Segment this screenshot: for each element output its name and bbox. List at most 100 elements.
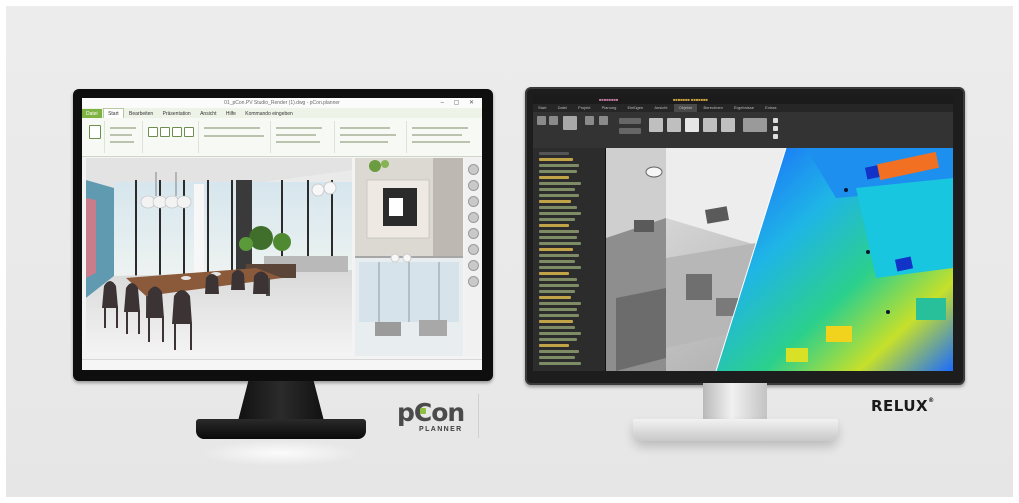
wall-icon[interactable] xyxy=(599,116,608,125)
relux-tab-datei[interactable]: Datei xyxy=(553,104,572,112)
tree-item[interactable] xyxy=(539,206,577,209)
tree-item[interactable] xyxy=(539,218,575,221)
view-top-icon[interactable] xyxy=(148,127,158,137)
tree-item[interactable] xyxy=(539,224,569,227)
select-icon[interactable] xyxy=(537,116,546,125)
tree-item[interactable] xyxy=(539,320,573,323)
pcon-3d-viewport[interactable] xyxy=(86,158,352,356)
view-3d-icon[interactable] xyxy=(184,127,194,137)
tree-item[interactable] xyxy=(539,272,569,275)
pcon-logo-wordmark: pCon xyxy=(397,398,465,427)
tree-item[interactable] xyxy=(539,278,577,281)
tree-item[interactable] xyxy=(539,176,569,179)
relux-tab-start[interactable]: Start xyxy=(533,104,551,112)
tree-item[interactable] xyxy=(539,170,577,173)
relux-tab-berechnen[interactable]: Berechnen xyxy=(699,104,728,112)
tree-item[interactable] xyxy=(539,248,573,251)
relux-tab-planung[interactable]: Planung xyxy=(597,104,622,112)
ribbon-group-materials xyxy=(336,121,407,153)
view-front-icon[interactable] xyxy=(160,127,170,137)
move-icon[interactable] xyxy=(549,116,558,125)
room-icon[interactable] xyxy=(585,116,594,125)
tree-item[interactable] xyxy=(539,200,571,203)
window-controls[interactable]: – ▢ ✕ xyxy=(441,98,478,108)
left-monitor-reflection xyxy=(200,440,360,466)
render-icon[interactable] xyxy=(468,260,479,271)
checkbox[interactable] xyxy=(773,118,778,123)
pcon-logo-subtitle: PLANNER xyxy=(419,426,463,433)
window-icon[interactable] xyxy=(721,118,735,132)
relux-3d-viewport[interactable] xyxy=(606,148,953,371)
paste-icon[interactable] xyxy=(89,125,101,139)
ribbon-line xyxy=(412,141,470,143)
relux-tab-objekte[interactable]: Objekte xyxy=(673,104,698,112)
surface-icon[interactable] xyxy=(703,118,717,132)
checkbox[interactable] xyxy=(773,134,778,139)
relux-titlebar: ■■■■■■■■ ■■■■■■■ ■■■■■■■ xyxy=(533,95,953,104)
luminaire-icon[interactable] xyxy=(563,116,577,130)
zoom-icon[interactable] xyxy=(468,196,479,207)
ribbon-line xyxy=(340,134,396,136)
tree-item[interactable] xyxy=(539,338,577,341)
relux-tab-ansicht[interactable]: Ansicht xyxy=(649,104,672,112)
walk-icon[interactable] xyxy=(468,212,479,223)
ribbon-group-extras xyxy=(408,121,480,153)
orbit-icon[interactable] xyxy=(468,164,479,175)
settings-icon[interactable] xyxy=(468,276,479,287)
view-side-icon[interactable] xyxy=(172,127,182,137)
dropdown-field[interactable] xyxy=(619,118,641,124)
relux-tab-extras[interactable]: Extras xyxy=(760,104,781,112)
pcon-planner-logo: pCon PLANNER xyxy=(393,394,479,438)
relux-tab-projekt[interactable]: Projekt xyxy=(573,104,595,112)
tree-item[interactable] xyxy=(539,356,575,359)
tree-item[interactable] xyxy=(539,344,569,347)
ribbon-line xyxy=(340,127,390,129)
view-cube-icon[interactable] xyxy=(743,118,767,132)
preview-thumbnails xyxy=(355,158,463,356)
highlighted-tool-icon[interactable] xyxy=(685,118,699,132)
ribbon-line xyxy=(110,134,132,136)
tree-header xyxy=(539,152,569,155)
pcon-status-bar xyxy=(82,359,482,370)
tree-item[interactable] xyxy=(539,236,577,239)
tree-item[interactable] xyxy=(539,182,581,185)
tree-item[interactable] xyxy=(539,188,575,191)
tree-item[interactable] xyxy=(539,332,581,335)
dropdown-field-2[interactable] xyxy=(619,128,641,134)
relux-logo: RELUX® xyxy=(871,397,935,415)
tree-item[interactable] xyxy=(539,242,581,245)
fit-view-icon[interactable] xyxy=(468,228,479,239)
furniture-icon[interactable] xyxy=(667,118,681,132)
tree-item[interactable] xyxy=(539,164,579,167)
ribbon-line xyxy=(276,127,322,129)
registered-mark: ® xyxy=(928,397,935,404)
ribbon-group-paste xyxy=(84,121,105,153)
relux-logo-wordmark: RELUX xyxy=(871,397,929,415)
tree-item[interactable] xyxy=(539,212,581,215)
tree-item[interactable] xyxy=(539,350,579,353)
tree-item[interactable] xyxy=(539,314,579,317)
camera-icon[interactable] xyxy=(468,244,479,255)
tree-item[interactable] xyxy=(539,266,581,269)
pan-icon[interactable] xyxy=(468,180,479,191)
pcon-window-titlebar: 01_pCon.PV Studio_Render (1).dwg - pCon.… xyxy=(82,98,482,108)
tree-item[interactable] xyxy=(539,302,581,305)
false-color-render xyxy=(606,148,953,371)
tree-item[interactable] xyxy=(539,326,575,329)
relux-tab-einfuegen[interactable]: Einfügen xyxy=(622,104,648,112)
tree-item[interactable] xyxy=(539,362,581,365)
tree-item[interactable] xyxy=(539,260,575,263)
relux-file-label: ■■■■■■■■ xyxy=(599,97,619,102)
tree-item[interactable] xyxy=(539,284,579,287)
pcon-preview-panel xyxy=(355,158,463,356)
checkbox[interactable] xyxy=(773,126,778,131)
tree-item[interactable] xyxy=(539,194,579,197)
tree-item[interactable] xyxy=(539,254,579,257)
tree-item[interactable] xyxy=(539,290,575,293)
tree-item[interactable] xyxy=(539,296,571,299)
object-icon[interactable] xyxy=(649,118,663,132)
relux-tab-ergebnisse[interactable]: Ergebnisse xyxy=(729,104,759,112)
tree-item[interactable] xyxy=(539,158,573,161)
tree-item[interactable] xyxy=(539,308,577,311)
tree-item[interactable] xyxy=(539,230,579,233)
